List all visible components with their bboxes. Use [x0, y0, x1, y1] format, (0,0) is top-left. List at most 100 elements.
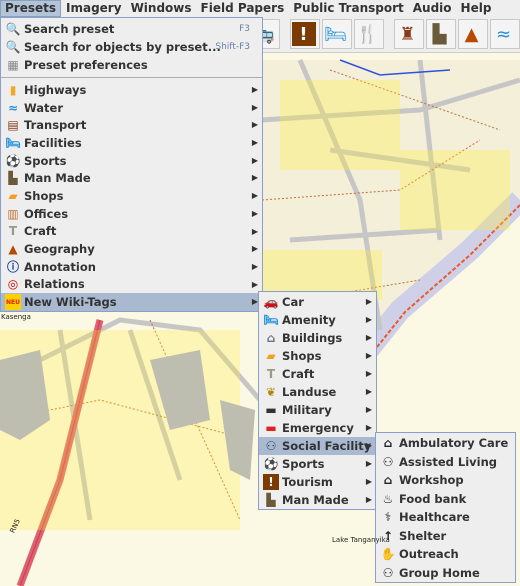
menu-item-offices[interactable]: ▥ Offices ▶ — [1, 205, 262, 223]
menu-item-sports[interactable]: ⚽ Sports ▶ — [1, 152, 262, 170]
menu-item-craft[interactable]: T Craft ▶ — [259, 365, 376, 383]
water-icon: ≈ — [495, 23, 512, 45]
menu-item-transport[interactable]: ▤ Transport ▶ — [1, 116, 262, 134]
menu-item-label: Emergency — [282, 421, 354, 435]
menu-item-label: Car — [282, 295, 304, 309]
submenu-arrow-icon: ▶ — [251, 191, 258, 201]
menu-item-landuse[interactable]: ❦ Landuse ▶ — [259, 383, 376, 401]
menu-item-search-for-objects-by-preset[interactable]: 🔍 Search for objects by preset... Shift-F3 — [1, 38, 262, 56]
menu-item-craft[interactable]: T Craft ▶ — [1, 223, 262, 241]
menu-item-amenity[interactable]: 🛏 Amenity ▶ — [259, 311, 376, 329]
menu-item-geography[interactable]: ▲ Geography ▶ — [1, 240, 262, 258]
menu-item-group-home[interactable]: ⚇ Group Home — [376, 564, 515, 583]
menu-item-shelter[interactable]: ↑ Shelter — [376, 527, 515, 546]
menu-item-man-made[interactable]: ▙ Man Made ▶ — [1, 169, 262, 187]
menu-presets[interactable]: Presets — [0, 0, 62, 17]
car-icon: 🚗 — [263, 295, 279, 309]
toolbar: 🚌! 🛏 🍴 ♜ ▙ ▲ ≈ — [250, 17, 520, 53]
menu-item-food-bank[interactable]: ♨ Food bank — [376, 490, 515, 509]
peak-preset-button[interactable]: ▲ — [458, 19, 488, 49]
submenu-arrow-icon: ▶ — [365, 351, 372, 360]
menu-item-label: Shelter — [399, 528, 447, 543]
menu-item-label: New Wiki-Tags — [24, 295, 117, 310]
submenu-arrow-icon: ▶ — [251, 244, 258, 254]
bed-preset-button[interactable]: 🛏 — [322, 19, 352, 49]
menu-item-annotation[interactable]: ⓘ Annotation ▶ — [1, 258, 262, 276]
menu-item-label: Search preset — [24, 22, 115, 36]
new-wiki-tags-submenu: 🚗 Car ▶ 🛏 Amenity ▶ ⌂ Buildings ▶ ▰ Shops ▶ T Craft ▶ ❦… — [258, 291, 377, 510]
menu-item-social-facility[interactable]: ⚇ Social Facility ▶ — [259, 437, 376, 455]
soccer-ball-icon: ⚽ — [263, 457, 279, 471]
menu-imagery[interactable]: Imagery — [62, 0, 126, 17]
submenu-arrow-icon: ▶ — [365, 441, 372, 450]
menu-item-emergency[interactable]: ▬ Emergency ▶ — [259, 419, 376, 437]
menu-item-water[interactable]: ≈ Water ▶ — [1, 99, 262, 117]
info-icon: ⓘ — [6, 260, 19, 275]
menu-item-label: Sports — [24, 153, 67, 168]
menu-item-label: Healthcare — [399, 510, 470, 525]
submenu-arrow-icon: ▶ — [365, 369, 372, 378]
menu-field-papers[interactable]: Field Papers — [197, 0, 289, 17]
menu-audio[interactable]: Audio — [409, 0, 456, 17]
highway-icon: ▮ — [9, 82, 17, 97]
submenu-arrow-icon: ▶ — [365, 405, 372, 414]
menu-item-workshop[interactable]: ⌂ Workshop — [376, 471, 515, 490]
menu-item-preset-preferences[interactable]: ▦ Preset preferences — [1, 56, 262, 74]
ambulatory-care-icon: ⌂ — [383, 436, 393, 451]
menu-item-label: Amenity — [282, 313, 336, 327]
menu-item-highways[interactable]: ▮ Highways ▶ — [1, 81, 262, 99]
new-badge-icon: NEU — [5, 294, 21, 311]
office-icon: ▥ — [7, 206, 19, 221]
menu-item-label: Food bank — [399, 491, 467, 506]
menu-public-transport[interactable]: Public Transport — [289, 0, 408, 17]
tourism-preset-button[interactable]: ! — [290, 19, 320, 49]
menu-item-new-wiki-tags[interactable]: NEU New Wiki-Tags ▶ — [1, 293, 262, 311]
menu-separator — [1, 77, 262, 78]
submenu-arrow-icon: ▶ — [251, 155, 258, 165]
relations-icon: ◎ — [7, 277, 19, 292]
menu-item-sports[interactable]: ⚽ Sports ▶ — [259, 455, 376, 473]
craft-icon: T — [8, 224, 18, 239]
map-label-lake: Lake Tanganyika — [332, 536, 390, 544]
fire-truck-icon: ▬ — [265, 421, 277, 435]
submenu-arrow-icon: ▶ — [365, 315, 372, 324]
bed-icon: 🛏 — [5, 135, 21, 150]
menu-item-man-made[interactable]: ▙ Man Made ▶ — [259, 491, 376, 509]
submenu-arrow-icon: ▶ — [251, 173, 258, 183]
menu-item-label: Geography — [24, 242, 95, 257]
menu-item-shops[interactable]: ▰ Shops ▶ — [259, 347, 376, 365]
menu-item-assisted-living[interactable]: ⚇ Assisted Living — [376, 453, 515, 472]
menu-item-relations[interactable]: ◎ Relations ▶ — [1, 276, 262, 294]
menu-item-label: Search for objects by preset... — [24, 40, 221, 54]
castle-icon: ♜ — [399, 23, 416, 45]
menu-item-shops[interactable]: ▰ Shops ▶ — [1, 187, 262, 205]
group-home-icon: ⚇ — [382, 565, 394, 580]
water-preset-button[interactable]: ≈ — [490, 19, 520, 49]
presets-menu: 🔍 Search preset F3 🔍 Search for objects by p… — [0, 17, 263, 312]
castle-preset-button[interactable]: ♜ — [394, 19, 424, 49]
menu-item-label: Workshop — [399, 473, 464, 488]
menu-item-label: Man Made — [282, 493, 349, 507]
wheat-icon: ❦ — [265, 385, 277, 399]
menu-help[interactable]: Help — [457, 0, 496, 17]
bed-icon: 🛏 — [324, 23, 347, 45]
menu-item-label: Landuse — [282, 385, 337, 399]
menu-item-label: Social Facility — [282, 439, 372, 453]
menu-item-ambulatory-care[interactable]: ⌂ Ambulatory Care — [376, 434, 515, 453]
restaurant-preset-button[interactable]: 🍴 — [354, 19, 384, 49]
menu-item-military[interactable]: ▬ Military ▶ — [259, 401, 376, 419]
menu-item-tourism[interactable]: ! Tourism ▶ — [259, 473, 376, 491]
menu-item-label: Offices — [24, 206, 69, 221]
menu-windows[interactable]: Windows — [127, 0, 196, 17]
menu-bar: Presets Imagery Windows Field Papers Public … — [0, 0, 520, 17]
menu-item-search-preset[interactable]: 🔍 Search preset F3 — [1, 20, 262, 38]
menu-item-outreach[interactable]: ✋ Outreach — [376, 545, 515, 564]
menu-item-label: Group Home — [399, 565, 480, 580]
outreach-icon: ✋ — [380, 547, 396, 562]
search-icon: 🔍 — [5, 40, 21, 54]
menu-item-buildings[interactable]: ⌂ Buildings ▶ — [259, 329, 376, 347]
menu-item-facilities[interactable]: 🛏 Facilities ▶ — [1, 134, 262, 152]
factory-preset-button[interactable]: ▙ — [426, 19, 456, 49]
menu-item-car[interactable]: 🚗 Car ▶ — [259, 293, 376, 311]
menu-item-healthcare[interactable]: ⚕ Healthcare — [376, 508, 515, 527]
